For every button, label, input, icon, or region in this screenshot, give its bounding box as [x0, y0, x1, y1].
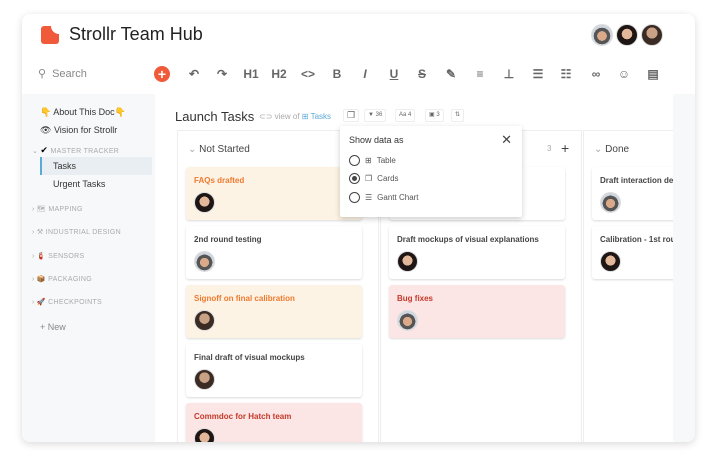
bold-button[interactable]: B: [327, 67, 347, 81]
avatar[interactable]: [591, 24, 613, 46]
sidebar-section-checkpoints[interactable]: › 🚀 CHECKPOINTS: [32, 298, 102, 306]
column-header: ⌄ Done: [594, 144, 630, 155]
italic-button[interactable]: I: [355, 67, 375, 81]
card[interactable]: Draft mockups of visual explanations: [389, 226, 565, 279]
link-icon[interactable]: ∞: [586, 67, 606, 81]
sidebar-item-about[interactable]: 👇 About This Doc👇: [40, 107, 126, 118]
header: Strollr Team Hub: [22, 14, 695, 58]
toolbar: ⚲ Search + ↶ ↷ H1 H2 <> B I U S ✎ ≡ ⊥ ☰ ☷…: [22, 58, 695, 94]
code-icon[interactable]: <>: [298, 67, 318, 81]
app-window: Strollr Team Hub ⚲ Search + ↶ ↷ H1 H2 <> …: [22, 14, 695, 442]
sidebar-section-sensors[interactable]: › 🧯 SENSORS: [32, 252, 84, 260]
option-cards[interactable]: ❐ Cards: [349, 173, 399, 184]
h2-button[interactable]: H2: [269, 67, 289, 81]
doc-title: Strollr Team Hub: [69, 24, 203, 44]
add-card-button[interactable]: +: [561, 140, 569, 156]
cards-icon: ❐: [365, 174, 373, 183]
sidebar-section-mapping[interactable]: › 🗺 MAPPING: [32, 205, 83, 213]
card[interactable]: Final draft of visual mockups: [186, 344, 362, 397]
undo-icon[interactable]: ↶: [184, 67, 204, 81]
align-icon[interactable]: ≡: [470, 67, 490, 81]
option-table[interactable]: ⊞ Table: [349, 155, 396, 166]
sidebar-section-industrial-design[interactable]: › ⚒ INDUSTRIAL DESIGN: [32, 228, 121, 236]
search-input[interactable]: ⚲ Search: [38, 67, 87, 81]
option-gantt-chart[interactable]: ☰ Gantt Chart: [349, 192, 419, 203]
filter-button[interactable]: ▼ 36: [364, 109, 387, 122]
display-mode-button[interactable]: ❐: [343, 109, 360, 122]
card[interactable]: Commdoc for Hatch team: [186, 403, 362, 442]
close-icon[interactable]: ✕: [501, 132, 512, 148]
card[interactable]: FAQs drafted: [186, 167, 362, 220]
avatar[interactable]: [641, 24, 663, 46]
show-data-as-popup: Show data as ✕ ⊞ Table ❐ Cards ☰ Gantt Char…: [340, 126, 522, 217]
card[interactable]: Bug fixes: [389, 285, 565, 338]
numbered-list-icon[interactable]: ☷: [556, 67, 576, 81]
popup-title: Show data as: [349, 135, 404, 145]
sidebar-item-tasks[interactable]: Tasks: [40, 157, 152, 175]
right-margin: [673, 94, 695, 442]
underline-button[interactable]: U: [384, 67, 404, 81]
card-fields-button[interactable]: ▣ 3: [425, 109, 444, 122]
view-of-link[interactable]: ⊂⊃ view of ⊞ Tasks: [259, 112, 331, 121]
page-title: Launch Tasks: [175, 109, 255, 124]
redo-icon[interactable]: ↷: [212, 67, 232, 81]
h1-button[interactable]: H1: [241, 67, 261, 81]
sidebar-item-urgent-tasks[interactable]: Urgent Tasks: [53, 179, 105, 189]
add-button[interactable]: +: [154, 66, 170, 82]
strike-button[interactable]: S: [412, 67, 432, 81]
bullet-list-icon[interactable]: ☰: [528, 67, 548, 81]
table-icon: ⊞: [365, 156, 372, 165]
logo-icon: [41, 26, 59, 44]
sidebar: 👇 About This Doc👇 👁 Vision for Strollr ⌄…: [22, 94, 155, 442]
sidebar-item-vision[interactable]: 👁 Vision for Strollr: [40, 125, 117, 136]
new-page-button[interactable]: + New: [40, 322, 66, 332]
card[interactable]: Signoff on final calibration: [186, 285, 362, 338]
card[interactable]: 2nd round testing: [186, 226, 362, 279]
collaborators: [591, 24, 663, 46]
emoji-icon[interactable]: ☺: [614, 67, 634, 81]
gantt-icon: ☰: [365, 193, 373, 202]
indent-icon[interactable]: ⊥: [499, 67, 519, 81]
column-count: 3: [547, 144, 552, 153]
column-header: ⌄ Not Started: [188, 144, 250, 155]
sidebar-section-master-tracker[interactable]: ⌄ ✔ MASTER TRACKER: [32, 145, 119, 156]
search-icon: ⚲: [38, 68, 47, 80]
sort-button[interactable]: ⇅: [451, 109, 465, 122]
avatar[interactable]: [616, 24, 638, 46]
comment-icon[interactable]: ▤: [643, 67, 663, 81]
sidebar-section-packaging[interactable]: › 📦 PACKAGING: [32, 275, 92, 283]
text-button[interactable]: Aa 4: [395, 109, 416, 122]
highlight-icon[interactable]: ✎: [441, 67, 461, 81]
